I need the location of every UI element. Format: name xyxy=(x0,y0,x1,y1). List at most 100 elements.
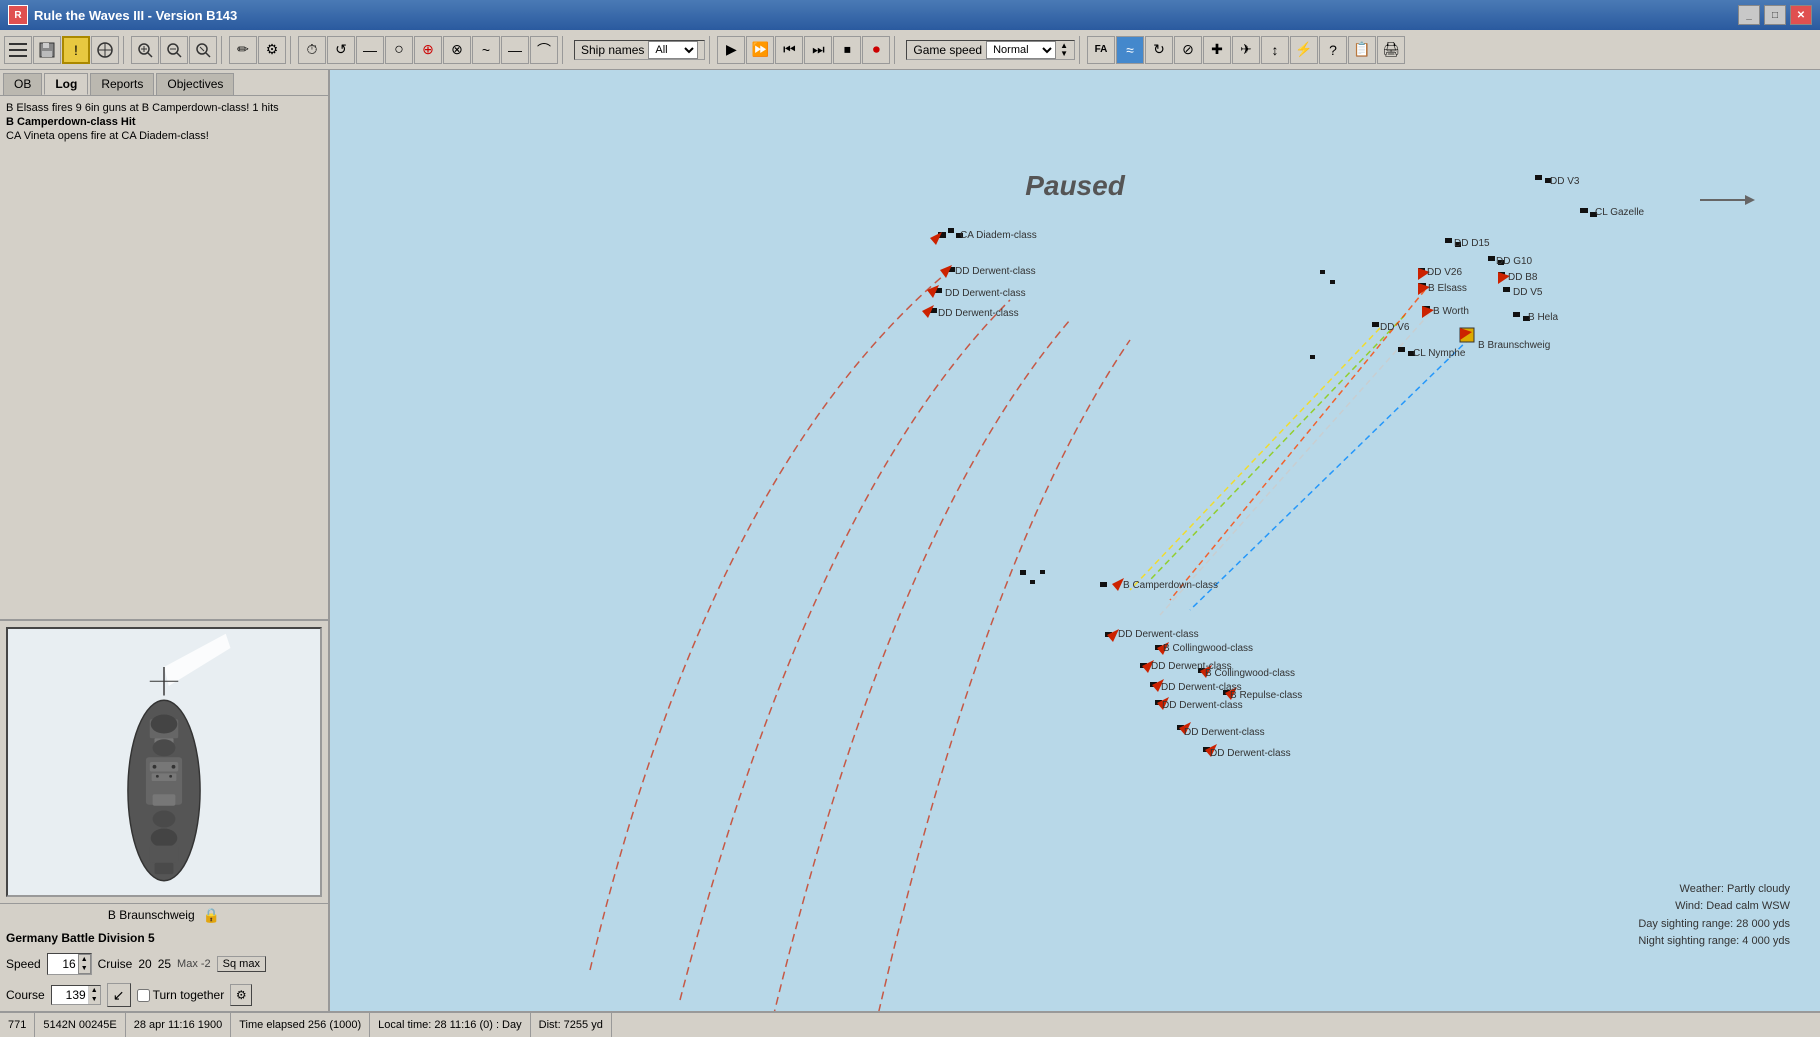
ship-names-select[interactable]: All xyxy=(648,41,698,59)
window-title: Rule the Waves III - Version B143 xyxy=(34,8,237,23)
status-cell-4: Time elapsed 256 (1000) xyxy=(231,1013,370,1037)
zoom-in-btn[interactable] xyxy=(131,36,159,64)
minus-btn[interactable]: — xyxy=(356,36,384,64)
close-button[interactable]: ✕ xyxy=(1790,5,1812,25)
label-b-collingwood1: B Collingwood-class xyxy=(1163,643,1253,654)
ship-name: B Braunschweig xyxy=(108,908,195,922)
speed-up[interactable]: ▲ xyxy=(79,955,90,964)
clock-btn[interactable]: ⏱ xyxy=(298,36,326,64)
sep5 xyxy=(709,36,713,64)
course-input-wrap: ▲ ▼ xyxy=(51,985,101,1005)
map-area[interactable]: CA Diadem-class DD Derwent-class DD Derw… xyxy=(330,70,1820,1011)
sep4 xyxy=(562,36,566,64)
fa-btn[interactable]: FA xyxy=(1087,36,1115,64)
turn-together-checkbox[interactable] xyxy=(137,989,150,1002)
bolt-btn[interactable]: ⚡ xyxy=(1290,36,1318,64)
title-bar: R Rule the Waves III - Version B143 _ □ … xyxy=(0,0,1820,30)
night-sight-line: Night sighting range: 4 000 yds xyxy=(1638,933,1790,951)
plane-btn[interactable]: ✈ xyxy=(1232,36,1260,64)
log-line-2: B Camperdown-class Hit xyxy=(6,116,322,128)
label-b-hela: B Hela xyxy=(1528,312,1558,323)
label-b-elsass: B Elsass xyxy=(1428,283,1467,294)
tab-reports[interactable]: Reports xyxy=(90,73,154,95)
stop-btn[interactable]: ⊗ xyxy=(443,36,471,64)
label-dd-derwent4: DD Derwent-class xyxy=(1118,629,1199,640)
max-label: Max -2 xyxy=(177,958,211,970)
course-input[interactable] xyxy=(52,987,88,1003)
resize-btn[interactable]: ↕ xyxy=(1261,36,1289,64)
clipboard-btn[interactable]: 📋 xyxy=(1348,36,1376,64)
label-dd-g10: DD G10 xyxy=(1496,256,1532,267)
sq-max-btn[interactable]: Sq max xyxy=(217,956,266,972)
toolbar-group-zoom xyxy=(131,36,217,64)
tab-ob[interactable]: OB xyxy=(3,73,42,95)
refresh-btn[interactable]: ↻ xyxy=(1145,36,1173,64)
sep3 xyxy=(290,36,294,64)
play-btn[interactable]: ▶ xyxy=(717,36,745,64)
sep6 xyxy=(894,36,898,64)
toolbar-yellow-btn[interactable]: ! xyxy=(62,36,90,64)
direction-icon[interactable]: ↙ xyxy=(107,983,131,1007)
toolbar-menu-btn[interactable] xyxy=(4,36,32,64)
help-btn[interactable]: ? xyxy=(1319,36,1347,64)
stop2-btn[interactable]: ⏹ xyxy=(833,36,861,64)
speed-input[interactable] xyxy=(48,956,78,972)
game-speed-group: Game speed Normal ▲ ▼ xyxy=(906,40,1075,60)
label-dd-derwent3: DD Derwent-class xyxy=(938,308,1019,319)
label-dd-derwent6: DD Derwent-class xyxy=(1161,682,1242,693)
label-b-worth: B Worth xyxy=(1433,306,1469,317)
game-speed-select[interactable]: Normal xyxy=(986,41,1056,59)
course-down[interactable]: ▼ xyxy=(89,995,100,1004)
tab-log[interactable]: Log xyxy=(44,73,88,95)
toolbar: ! ✏ ⚙ ⏱ ↺ — ○ ⊕ ⊗ ~ — ⌒ Ship names xyxy=(0,30,1820,70)
label-dd-d15: DD D15 xyxy=(1454,238,1490,249)
erase-btn[interactable]: ⊘ xyxy=(1174,36,1202,64)
settings-btn[interactable]: ⚙ xyxy=(258,36,286,64)
water-btn[interactable]: ≈ xyxy=(1116,36,1144,64)
toolbar-save-btn[interactable] xyxy=(33,36,61,64)
label-dd-v6: DD V6 xyxy=(1380,322,1409,333)
left-panel: OB Log Reports Objectives B Elsass fires… xyxy=(0,70,330,1011)
log-line-1: B Elsass fires 9 6in guns at B Camperdow… xyxy=(6,102,322,114)
course-up[interactable]: ▲ xyxy=(89,986,100,995)
lock-icon[interactable]: 🔒 xyxy=(203,907,220,924)
speed-down[interactable]: ▼ xyxy=(79,964,90,973)
rotate-btn[interactable]: ↺ xyxy=(327,36,355,64)
speed-arrows: ▲ ▼ xyxy=(1060,42,1068,58)
curve-btn[interactable]: ⌒ xyxy=(530,36,558,64)
circle-btn[interactable]: ○ xyxy=(385,36,413,64)
label-b-repulse: B Repulse-class xyxy=(1230,690,1302,701)
zoom-out-btn[interactable] xyxy=(160,36,188,64)
speed-down-arrow[interactable]: ▼ xyxy=(1060,50,1068,58)
tab-objectives[interactable]: Objectives xyxy=(156,73,234,95)
toolbar-view-btn[interactable] xyxy=(91,36,119,64)
cruise-val2: 25 xyxy=(158,957,171,971)
fast-fwd-btn[interactable]: ⏩ xyxy=(746,36,774,64)
gear-settings-btn[interactable]: ⚙ xyxy=(230,984,252,1006)
zoom-fit-btn[interactable] xyxy=(189,36,217,64)
division-label: Germany Battle Division 5 xyxy=(0,927,328,949)
skip-fwd-btn[interactable]: ⏭ xyxy=(804,36,832,64)
crosshair-btn[interactable]: ⊕ xyxy=(414,36,442,64)
minimize-button[interactable]: _ xyxy=(1738,5,1760,25)
add-btn[interactable]: ✚ xyxy=(1203,36,1231,64)
toolbar-group-extras: FA ≈ ↻ ⊘ ✚ ✈ ↕ ⚡ ? 📋 🖨 xyxy=(1087,36,1405,64)
sep2 xyxy=(221,36,225,64)
toolbar-group-playback: ▶ ⏩ ⏮ ⏭ ⏹ ⏺ xyxy=(717,36,890,64)
rewind-btn[interactable]: ⏮ xyxy=(775,36,803,64)
course-row: Course ▲ ▼ ↙ Turn together ⚙ xyxy=(0,979,328,1011)
record-btn[interactable]: ⏺ xyxy=(862,36,890,64)
pencil-btn[interactable]: ✏ xyxy=(229,36,257,64)
ship-labels: CA Diadem-class DD Derwent-class DD Derw… xyxy=(330,70,1820,1011)
maximize-button[interactable]: □ xyxy=(1764,5,1786,25)
print-btn[interactable]: 🖨 xyxy=(1377,36,1405,64)
label-dd-b8: DD B8 xyxy=(1508,272,1537,283)
weather-box: Weather: Partly cloudy Wind: Dead calm W… xyxy=(1638,881,1790,951)
sep7 xyxy=(1079,36,1083,64)
main-area: OB Log Reports Objectives B Elsass fires… xyxy=(0,70,1820,1011)
label-b-braunschweig: B Braunschweig xyxy=(1478,340,1550,351)
wave-btn[interactable]: ~ xyxy=(472,36,500,64)
course-spins: ▲ ▼ xyxy=(88,986,100,1004)
trajectory-svg xyxy=(330,70,1820,1011)
dash-btn[interactable]: — xyxy=(501,36,529,64)
